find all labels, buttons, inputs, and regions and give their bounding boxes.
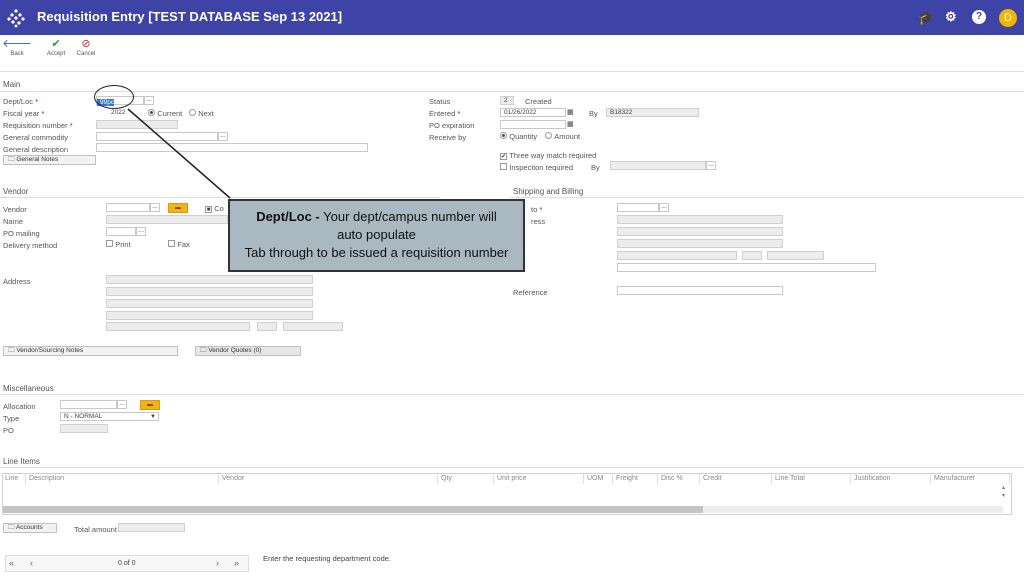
callout-connector <box>127 108 231 199</box>
help-callout: Dept/Loc - Your dept/campus number will … <box>228 199 525 272</box>
callout-title: Dept/Loc - <box>256 209 320 224</box>
callout-line-3: Tab through to be issued a requisition n… <box>244 245 509 260</box>
callout-line-2: auto populate <box>337 227 416 242</box>
callout-line-1: Your dept/campus number will <box>323 209 497 224</box>
